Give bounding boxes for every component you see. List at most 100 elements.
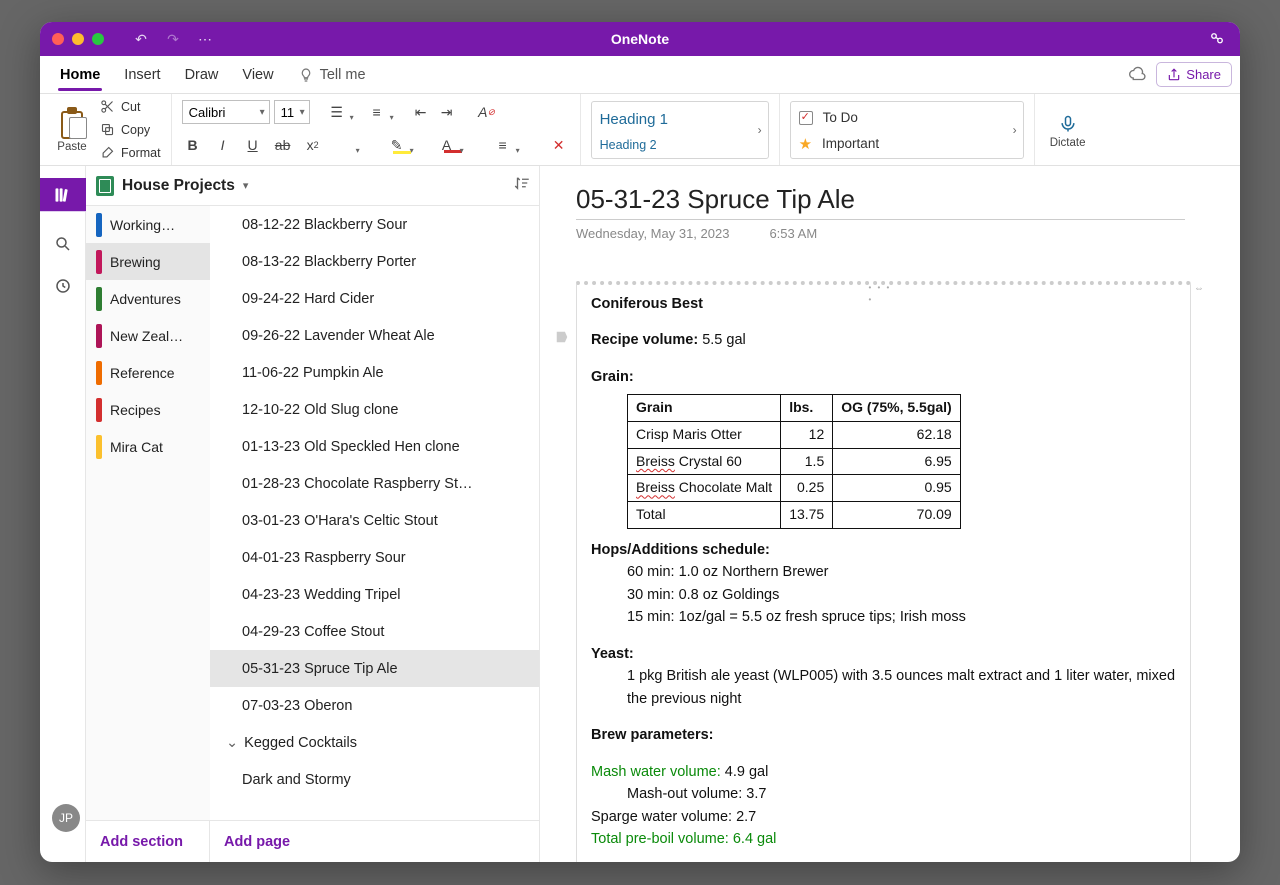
page-item[interactable]: 05-31-23 Spruce Tip Ale: [210, 650, 539, 687]
sync-icon[interactable]: [1128, 66, 1146, 84]
section-item[interactable]: Mira Cat: [86, 428, 210, 465]
main-area: House Projects ▾ Working…BrewingAdventur…: [40, 166, 1240, 862]
tell-me[interactable]: Tell me: [286, 60, 378, 90]
section-item[interactable]: Recipes: [86, 391, 210, 428]
page-item[interactable]: 04-29-23 Coffee Stout: [210, 613, 539, 650]
close-icon[interactable]: [52, 33, 64, 45]
bullets-button[interactable]: ☰: [326, 101, 348, 123]
format-painter-button[interactable]: Format: [100, 143, 161, 162]
cut-button[interactable]: Cut: [100, 97, 161, 116]
tag-important[interactable]: ★Important: [799, 135, 1015, 153]
insert-cursor-icon: [555, 329, 569, 352]
indent-button[interactable]: ⇥: [436, 101, 458, 123]
outdent-button[interactable]: ⇤: [410, 101, 432, 123]
page-item[interactable]: Dark and Stormy: [210, 761, 539, 798]
paste-button[interactable]: Paste: [50, 107, 94, 153]
add-page-button[interactable]: Add page: [210, 821, 539, 862]
note-heading: Coniferous Best: [591, 293, 1176, 315]
section-item[interactable]: Reference: [86, 354, 210, 391]
clear-formatting-button[interactable]: A⊘: [476, 101, 498, 123]
subscript-button[interactable]: x2: [302, 134, 324, 156]
more-icon[interactable]: ⋯: [196, 30, 214, 48]
page-date: Wednesday, May 31, 2023: [576, 226, 729, 241]
notebook-header[interactable]: House Projects ▾: [86, 166, 539, 206]
add-section-button[interactable]: Add section: [86, 821, 210, 862]
delete-button[interactable]: ✕: [548, 134, 570, 156]
chevron-right-icon: ›: [758, 123, 762, 137]
font-name-combo[interactable]: Calibri: [182, 100, 270, 124]
clipboard-icon: [57, 107, 87, 141]
underline-button[interactable]: U: [242, 134, 264, 156]
page-item[interactable]: 01-13-23 Old Speckled Hen clone: [210, 428, 539, 465]
page-content[interactable]: 05-31-23 Spruce Tip Ale Wednesday, May 3…: [540, 166, 1240, 862]
page-item[interactable]: 11-06-22 Pumpkin Ale: [210, 354, 539, 391]
section-item[interactable]: Adventures: [86, 280, 210, 317]
scissors-icon: [100, 99, 115, 114]
bulb-icon: [298, 67, 314, 83]
page-item[interactable]: 09-26-22 Lavender Wheat Ale: [210, 317, 539, 354]
page-item[interactable]: 08-12-22 Blackberry Sour: [210, 206, 539, 243]
tag-todo[interactable]: To Do: [799, 110, 1015, 125]
page-time: 6:53 AM: [769, 226, 817, 241]
avatar[interactable]: JP: [52, 804, 80, 832]
tab-draw[interactable]: Draw: [173, 60, 231, 90]
left-rail: [40, 166, 86, 862]
numbering-button[interactable]: ≡: [366, 101, 388, 123]
strike-button[interactable]: ab: [272, 134, 294, 156]
chevron-down-icon: ▾: [243, 179, 249, 192]
font-color-button[interactable]: A: [436, 134, 458, 156]
tab-insert[interactable]: Insert: [112, 60, 172, 90]
page-item[interactable]: 09-24-22 Hard Cider: [210, 280, 539, 317]
share-icon: [1167, 68, 1181, 82]
navigation-pane: House Projects ▾ Working…BrewingAdventur…: [86, 166, 540, 862]
app-window: ↶ ↷ ⋯ OneNote Home Insert Draw View Tell…: [40, 22, 1240, 862]
styles-gallery[interactable]: Heading 1 Heading 2 ›: [591, 101, 769, 159]
redo-icon[interactable]: ↷: [164, 30, 182, 48]
bold-button[interactable]: B: [182, 134, 204, 156]
page-item[interactable]: 01-28-23 Chocolate Raspberry St…: [210, 465, 539, 502]
italic-button[interactable]: I: [212, 134, 234, 156]
page-title[interactable]: 05-31-23 Spruce Tip Ale: [576, 184, 1185, 220]
style-heading2[interactable]: Heading 2: [600, 138, 760, 152]
minimize-icon[interactable]: [72, 33, 84, 45]
tab-home[interactable]: Home: [48, 60, 112, 90]
section-item[interactable]: Working…: [86, 206, 210, 243]
page-item[interactable]: 07-03-23 Oberon: [210, 687, 539, 724]
copy-icon: [100, 122, 115, 137]
font-size-combo[interactable]: 11: [274, 100, 310, 124]
collab-icon[interactable]: [1208, 30, 1226, 48]
recent-icon[interactable]: [53, 276, 73, 296]
brush-icon: [100, 145, 115, 160]
style-heading1[interactable]: Heading 1: [600, 111, 760, 128]
sort-icon[interactable]: [513, 174, 531, 197]
undo-icon[interactable]: ↶: [132, 30, 150, 48]
page-item[interactable]: 04-23-23 Wedding Tripel: [210, 576, 539, 613]
zoom-icon[interactable]: [92, 33, 104, 45]
app-title: OneNote: [40, 31, 1240, 47]
grain-table: Grainlbs.OG (75%, 5.5gal) Crisp Maris Ot…: [627, 394, 961, 528]
section-list: Working…BrewingAdventuresNew Zeal…Refere…: [86, 206, 210, 820]
notebooks-icon[interactable]: [40, 178, 86, 212]
section-item[interactable]: Brewing: [86, 243, 210, 280]
star-icon: ★: [799, 135, 812, 153]
page-item[interactable]: 03-01-23 O'Hara's Celtic Stout: [210, 502, 539, 539]
ribbon: Paste Cut Copy Format Calibri 11 ☰ ≡ ⇤ ⇥…: [40, 94, 1240, 166]
page-item[interactable]: 04-01-23 Raspberry Sour: [210, 539, 539, 576]
search-icon[interactable]: [53, 234, 73, 254]
microphone-icon: [1058, 111, 1078, 137]
page-item[interactable]: 08-13-22 Blackberry Porter: [210, 243, 539, 280]
highlight-button[interactable]: ✎: [386, 134, 408, 156]
page-group[interactable]: ⌄Kegged Cocktails: [210, 724, 539, 761]
checkbox-icon: [799, 111, 813, 125]
section-item[interactable]: New Zeal…: [86, 317, 210, 354]
nav-footer: Add section Add page: [86, 820, 539, 862]
copy-button[interactable]: Copy: [100, 120, 161, 139]
share-button[interactable]: Share: [1156, 62, 1232, 87]
align-button[interactable]: ≡: [492, 134, 514, 156]
tags-gallery[interactable]: To Do ★Important ›: [790, 101, 1024, 159]
menubar: Home Insert Draw View Tell me Share: [40, 56, 1240, 94]
tab-view[interactable]: View: [230, 60, 285, 90]
note-container[interactable]: • • • • ⇔ Coniferous Best Recipe volume:…: [576, 281, 1191, 862]
page-item[interactable]: 12-10-22 Old Slug clone: [210, 391, 539, 428]
dictate-button[interactable]: Dictate: [1045, 111, 1091, 149]
